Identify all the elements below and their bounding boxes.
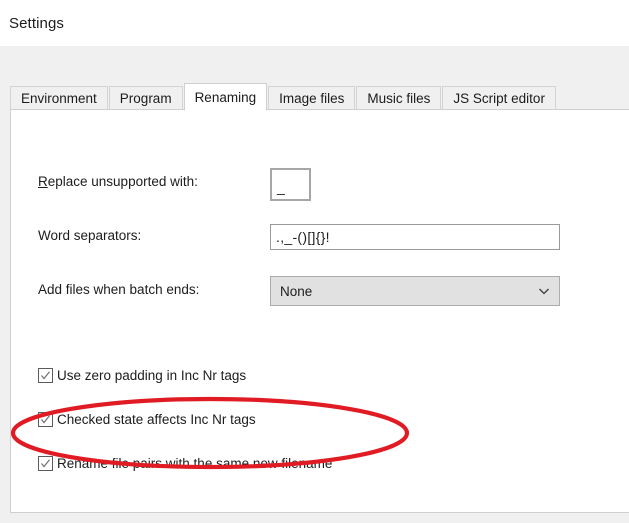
add-files-when-batch-ends-value: None [280, 283, 313, 299]
tab-music-files[interactable]: Music files [356, 86, 442, 110]
replace-unsupported-input[interactable]: _ [270, 168, 311, 201]
settings-dialog-body: Environment Program Renaming Image files… [0, 46, 629, 523]
checkbox-label-use-zero-padding: Use zero padding in Inc Nr tags [57, 368, 247, 383]
replace-unsupported-label-text: eplace unsupported with: [47, 174, 198, 189]
replace-unsupported-accelerator: R [38, 174, 48, 189]
checkmark-icon[interactable] [38, 456, 53, 471]
checkbox-checked-state-affects[interactable]: Checked state affects Inc Nr tags [38, 412, 256, 427]
replace-unsupported-value: _ [277, 179, 285, 195]
tab-program[interactable]: Program [108, 86, 183, 110]
checkbox-label-rename-file-pairs: Rename file pairs with the same new file… [57, 456, 333, 471]
checkbox-use-zero-padding[interactable]: Use zero padding in Inc Nr tags [38, 368, 246, 383]
checkmark-icon[interactable] [38, 368, 53, 383]
word-separators-value: .,_-()[]{}! [276, 229, 330, 245]
checkbox-rename-file-pairs[interactable]: Rename file pairs with the same new file… [38, 456, 332, 471]
checkmark-icon[interactable] [38, 412, 53, 427]
tab-renaming[interactable]: Renaming [183, 83, 268, 111]
tab-environment[interactable]: Environment [10, 86, 108, 110]
tab-image-files[interactable]: Image files [268, 86, 356, 110]
checkbox-label-checked-state-affects: Checked state affects Inc Nr tags [57, 412, 256, 427]
chevron-down-icon [538, 285, 550, 297]
tab-js-script-editor[interactable]: JS Script editor [442, 86, 556, 110]
replace-unsupported-label: Replace unsupported with: [38, 174, 198, 189]
word-separators-label: Word separators: [38, 228, 142, 243]
add-files-when-batch-ends-row: Add files when batch ends: [38, 282, 199, 297]
word-separators-input[interactable]: .,_-()[]{}! [270, 224, 560, 250]
add-files-when-batch-ends-label: Add files when batch ends: [38, 282, 200, 297]
add-files-when-batch-ends-select[interactable]: None [270, 276, 560, 306]
window-header: Settings [0, 0, 629, 46]
window-title: Settings [9, 14, 64, 32]
word-separators-row: Word separators: [38, 228, 141, 243]
tab-strip: Environment Program Renaming Image files… [10, 82, 557, 111]
renaming-tab-panel: Replace unsupported with: _ Word separat… [10, 109, 629, 513]
replace-unsupported-row: Replace unsupported with: [38, 174, 198, 189]
